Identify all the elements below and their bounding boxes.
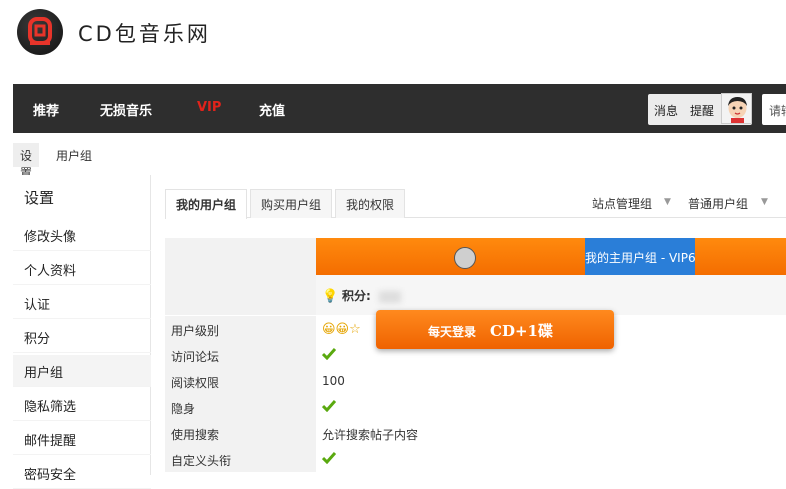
nav-lossless-music[interactable]: 无损音乐 xyxy=(100,100,152,119)
row-label: 使用搜索 xyxy=(165,420,316,446)
daily-login-toast[interactable]: 每天登录 CD+1碟 xyxy=(376,310,614,349)
nav-recharge[interactable]: 充值 xyxy=(259,100,285,119)
row-value: 100 xyxy=(322,374,345,388)
level-icons: 😀😀☆ xyxy=(322,322,361,337)
messages-link[interactable]: 消息 xyxy=(654,102,678,119)
group-link-normal[interactable]: 普通用户组 xyxy=(688,195,748,212)
sidebar-item-user-group[interactable]: 用户组 xyxy=(13,355,151,387)
credits-value-blurred xyxy=(378,290,401,303)
reminders-link[interactable]: 提醒 xyxy=(690,102,714,119)
avatar[interactable] xyxy=(721,93,752,124)
bulb-icon: 💡 xyxy=(322,289,339,304)
tab-my-permissions[interactable]: 我的权限 xyxy=(335,189,406,218)
check-icon xyxy=(321,400,337,413)
breadcrumb-settings[interactable]: 设置 xyxy=(13,143,40,180)
chevron-down-icon[interactable]: ▼ xyxy=(761,197,768,207)
main-group-label: 我的主用户组 - VIP6 xyxy=(585,238,695,275)
row-value: 允许搜索帖子内容 xyxy=(322,428,419,442)
chevron-down-icon[interactable]: ▼ xyxy=(664,197,671,207)
settings-sidebar: 设置 修改头像 个人资料 认证 积分 用户组 隐私筛选 邮件提醒 密码安全 xyxy=(13,175,151,489)
credits-row: 💡 积分: xyxy=(165,275,786,315)
row-label: 访问论坛 xyxy=(165,342,316,368)
site-logo-icon[interactable] xyxy=(17,9,63,55)
sidebar-item-credits[interactable]: 积分 xyxy=(13,321,151,353)
breadcrumb-user-group[interactable]: 用户组 xyxy=(56,147,92,164)
sidebar-title: 设置 xyxy=(24,189,55,207)
sidebar-item-privacy[interactable]: 隐私筛选 xyxy=(13,389,151,421)
group-bar: 我的主用户组 - VIP6 xyxy=(316,238,786,275)
tab-buy-group[interactable]: 购买用户组 xyxy=(250,189,333,218)
row-label: 用户级别 xyxy=(165,316,316,342)
row-label: 阅读权限 xyxy=(165,368,316,394)
sidebar-item-email[interactable]: 邮件提醒 xyxy=(13,423,151,455)
table-row: 使用搜索 允许搜索帖子内容 xyxy=(165,420,786,446)
toast-bonus: CD+1碟 xyxy=(490,322,553,340)
main-navbar: 推荐 无损音乐 VIP 充值 消息 提醒 请输 xyxy=(13,84,786,133)
group-indicator-icon xyxy=(454,247,476,269)
table-row: 隐身 xyxy=(165,394,786,420)
row-label: 隐身 xyxy=(165,394,316,420)
group-link-admin[interactable]: 站点管理组 xyxy=(592,195,652,212)
check-icon xyxy=(321,348,337,361)
nav-vip[interactable]: VIP xyxy=(197,100,221,115)
sidebar-item-verify[interactable]: 认证 xyxy=(13,287,151,319)
check-icon xyxy=(321,452,337,465)
toast-text: 每天登录 xyxy=(428,325,477,339)
table-row: 阅读权限 100 xyxy=(165,368,786,394)
search-input[interactable]: 请输 xyxy=(762,94,786,125)
site-header: CD包音乐网 xyxy=(0,0,786,84)
site-name[interactable]: CD包音乐网 xyxy=(78,18,211,48)
nav-recommend[interactable]: 推荐 xyxy=(33,100,59,119)
group-label-cell xyxy=(165,238,316,275)
sidebar-item-password[interactable]: 密码安全 xyxy=(13,457,151,489)
row-label: 自定义头衔 xyxy=(165,446,316,472)
sidebar-item-avatar[interactable]: 修改头像 xyxy=(13,219,151,251)
tab-my-group[interactable]: 我的用户组 xyxy=(165,189,248,219)
credits-label: 积分: xyxy=(342,289,371,303)
table-row: 自定义头衔 xyxy=(165,446,786,472)
sidebar-item-profile[interactable]: 个人资料 xyxy=(13,253,151,285)
